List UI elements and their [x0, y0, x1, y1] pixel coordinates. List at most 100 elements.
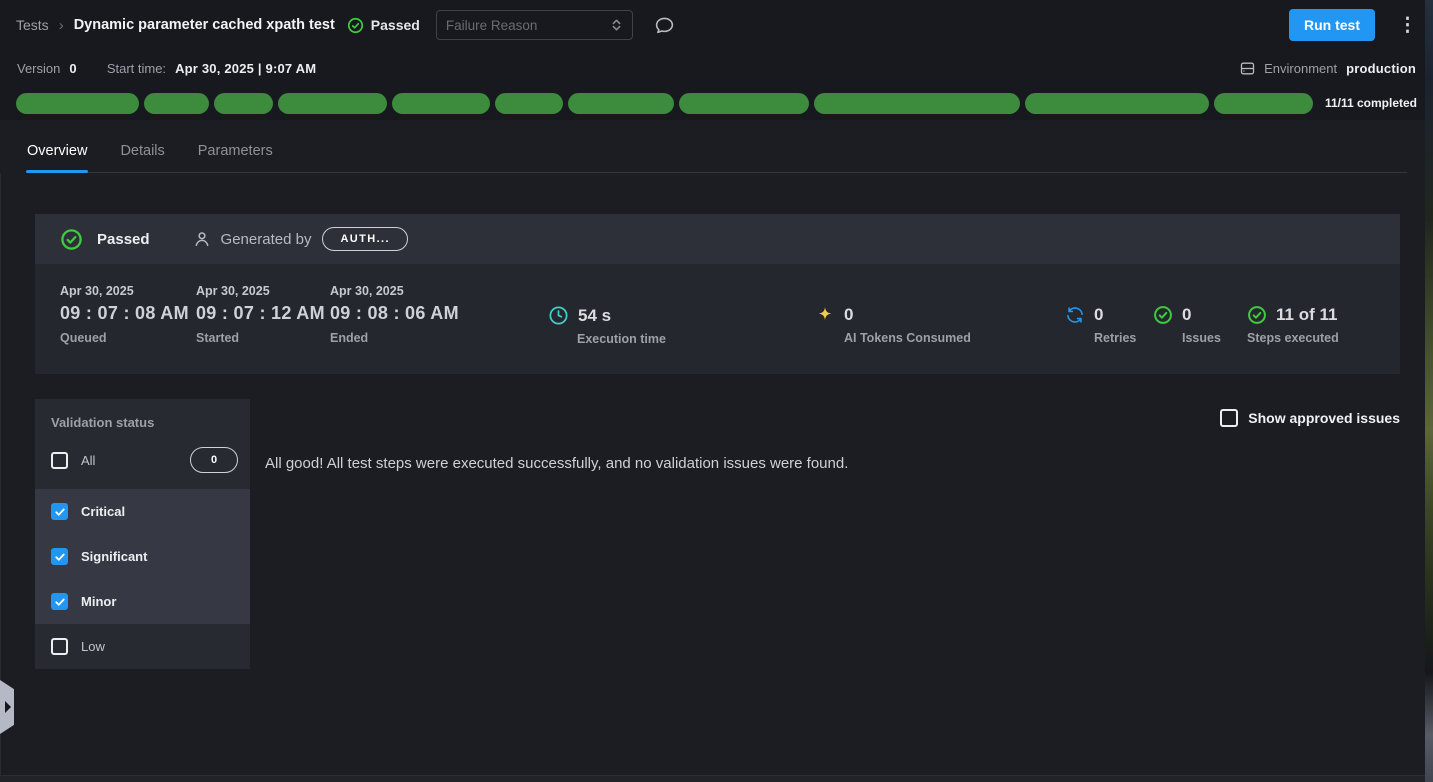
- page-title: Dynamic parameter cached xpath test: [74, 17, 335, 33]
- status-badge: Passed: [347, 17, 420, 34]
- metric-value: 54 s: [578, 306, 611, 326]
- timestamp-time: 09 : 08 : 06 AM: [330, 303, 460, 324]
- kebab-menu-icon[interactable]: ⋮: [1398, 16, 1417, 35]
- tab[interactable]: Parameters: [197, 134, 274, 172]
- validation-filter-row[interactable]: Low: [35, 624, 250, 669]
- run-summary-card: Passed Generated by AUTH...: [35, 214, 1400, 374]
- environment: Environment production: [1239, 60, 1416, 77]
- filter-checkbox[interactable]: [51, 548, 68, 565]
- progress-segment[interactable]: [814, 93, 1020, 114]
- progress-segment[interactable]: [1214, 93, 1313, 114]
- metric: 0 Retries: [1065, 305, 1136, 345]
- sparkle-icon: [815, 305, 835, 325]
- timestamp-label: Ended: [330, 331, 460, 345]
- timestamp-label: Started: [196, 331, 326, 345]
- meta-row: Version 0 Start time: Apr 30, 2025 | 9:0…: [0, 50, 1433, 86]
- run-status-label: Passed: [97, 231, 150, 248]
- progress-segment[interactable]: [214, 93, 272, 114]
- environment-label: Environment: [1264, 61, 1337, 76]
- check-circle-icon: [347, 17, 364, 34]
- metric: 11 of 11 Steps executed: [1247, 305, 1339, 345]
- version-value: 0: [69, 61, 76, 76]
- validation-filter-row[interactable]: Critical: [35, 489, 250, 534]
- timestamp-date: Apr 30, 2025: [60, 284, 190, 298]
- filter-checkbox[interactable]: [51, 503, 68, 520]
- generated-by-user-pill[interactable]: AUTH...: [322, 227, 408, 251]
- timestamp-time: 09 : 07 : 12 AM: [196, 303, 326, 324]
- progress-segment[interactable]: [568, 93, 674, 114]
- progress-segment[interactable]: [16, 93, 139, 114]
- progress-segment[interactable]: [278, 93, 387, 114]
- metric-value: 0: [1094, 305, 1103, 325]
- run-test-button[interactable]: Run test: [1289, 9, 1375, 41]
- start-time-label: Start time:: [107, 61, 166, 76]
- progress-segment[interactable]: [679, 93, 809, 114]
- filter-checkbox[interactable]: [51, 593, 68, 610]
- progress-segment[interactable]: [1025, 93, 1209, 114]
- metric-label: AI Tokens Consumed: [844, 331, 971, 345]
- tab[interactable]: Details: [119, 134, 165, 172]
- filter-count-badge: 0: [190, 447, 238, 473]
- user-icon: [192, 229, 212, 249]
- timestamp-time: 09 : 07 : 08 AM: [60, 303, 190, 324]
- validation-status-panel: Validation status All 0: [35, 399, 250, 669]
- metric-label: Retries: [1094, 331, 1136, 345]
- show-approved-issues-toggle[interactable]: Show approved issues: [1220, 409, 1400, 427]
- progress-segment[interactable]: [392, 93, 490, 114]
- start-time: Start time: Apr 30, 2025 | 9:07 AM: [107, 61, 316, 76]
- expand-sidebar-icon: [5, 701, 11, 713]
- check-circle-icon: [1153, 305, 1173, 325]
- timestamp-column: Apr 30, 2025 09 : 07 : 08 AM Queued: [60, 284, 190, 345]
- metric-label: Issues: [1182, 331, 1221, 345]
- progress-segment[interactable]: [144, 93, 209, 114]
- generated-by: Generated by AUTH...: [192, 227, 408, 251]
- timestamp-date: Apr 30, 2025: [196, 284, 326, 298]
- filter-checkbox[interactable]: [51, 638, 68, 655]
- tabs-bar: Overview Details Parameters: [0, 120, 1433, 173]
- version-label: Version: [17, 61, 60, 76]
- filter-label: Low: [81, 639, 105, 654]
- filter-label: Critical: [81, 504, 125, 519]
- metric: 0 Issues: [1153, 305, 1221, 345]
- metric-value: 0: [844, 305, 853, 325]
- show-approved-checkbox[interactable]: [1220, 409, 1238, 427]
- metric-label: Execution time: [577, 332, 666, 346]
- filter-checkbox[interactable]: [51, 452, 68, 469]
- status-badge-label: Passed: [371, 17, 420, 33]
- expand-sidebar-handle[interactable]: [0, 680, 14, 734]
- updown-chevron-icon: [610, 18, 623, 32]
- check-circle-icon: [60, 228, 83, 251]
- progress-completed-label: 11/11 completed: [1325, 96, 1417, 110]
- filter-label: Significant: [81, 549, 147, 564]
- desktop-wallpaper-edge: [1425, 0, 1433, 782]
- top-bar: Tests › Dynamic parameter cached xpath t…: [0, 0, 1433, 50]
- progress-segment[interactable]: [495, 93, 563, 114]
- run-summary-body: Apr 30, 2025 09 : 07 : 08 AM Queued Apr …: [35, 264, 1400, 374]
- validation-filter-row[interactable]: Minor: [35, 579, 250, 624]
- timestamp-column: Apr 30, 2025 09 : 08 : 06 AM Ended: [330, 284, 460, 345]
- breadcrumb-tests-link[interactable]: Tests: [16, 17, 49, 33]
- timestamp-label: Queued: [60, 331, 190, 345]
- metric: 54 s Execution time: [548, 305, 666, 346]
- environment-value: production: [1346, 61, 1416, 76]
- generated-by-label: Generated by: [221, 231, 312, 248]
- metric: 0 AI Tokens Consumed: [815, 305, 971, 345]
- run-summary-header: Passed Generated by AUTH...: [35, 214, 1400, 264]
- comment-bubble-icon: [654, 15, 675, 36]
- validation-filter-row[interactable]: All 0: [35, 434, 250, 489]
- breadcrumb-chevron-icon: ›: [59, 17, 64, 34]
- comment-button[interactable]: [654, 15, 675, 36]
- progress-track: [16, 93, 1313, 114]
- validation-filter-row[interactable]: Significant: [35, 534, 250, 579]
- no-issues-message: All good! All test steps were executed s…: [265, 455, 848, 472]
- test-run-window: Tests › Dynamic parameter cached xpath t…: [0, 0, 1433, 782]
- failure-reason-select[interactable]: Failure Reason: [436, 10, 633, 40]
- timestamp-date: Apr 30, 2025: [330, 284, 460, 298]
- tab[interactable]: Overview: [26, 134, 88, 172]
- filter-label: All: [81, 453, 95, 468]
- failure-reason-placeholder: Failure Reason: [446, 18, 538, 33]
- clock-icon: [548, 305, 569, 326]
- check-circle-icon: [1247, 305, 1267, 325]
- steps-progress-bar: 11/11 completed: [0, 86, 1433, 120]
- timestamp-column: Apr 30, 2025 09 : 07 : 12 AM Started: [196, 284, 326, 345]
